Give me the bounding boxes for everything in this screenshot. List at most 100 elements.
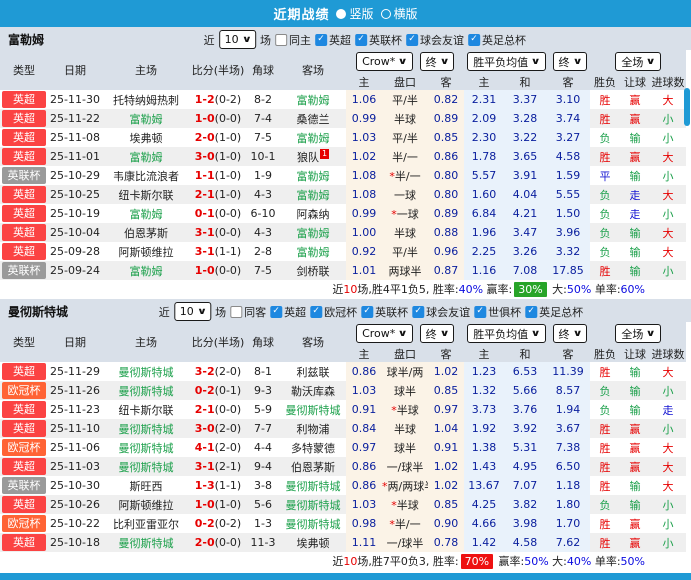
match-date: 25-09-24: [50, 264, 100, 277]
checkbox-checked-icon[interactable]: ✓: [361, 305, 374, 318]
home-team: 托特纳姆热刺: [102, 90, 190, 109]
competition-filter[interactable]: ✓ 球会友谊: [412, 304, 470, 320]
odds-group-header: Crow* ∨ 终 ∨: [346, 322, 464, 345]
home-team-name: 富勒姆: [129, 112, 163, 126]
checkbox-checked-icon[interactable]: ✓: [405, 33, 418, 46]
view-option-vertical[interactable]: 竖版: [336, 5, 374, 22]
avg-type-select[interactable]: 胜平负均值 ∨: [467, 324, 546, 343]
avg-win-value: 4.25: [464, 495, 504, 514]
checkbox-unchecked-icon[interactable]: [230, 305, 243, 318]
avg-draw-value: 4.58: [504, 533, 546, 552]
scrollbar-thumb[interactable]: [684, 88, 690, 126]
handicap-result-value-text: 输: [629, 403, 641, 417]
competition-filter[interactable]: ✓ 英联杯: [361, 304, 408, 320]
goals-result-value: 大: [650, 476, 686, 495]
header-row: 类型 日期 主场 比分(半场) 角球 客场 Crow* ∨ 终 ∨ 胜平负均值 ∨ 终 ∨ 全场 ∨: [0, 322, 687, 362]
avg-lose-value: 5.55: [546, 185, 590, 204]
away-team-name: 剑桥联: [296, 264, 330, 278]
odds-away-value: 0.97: [428, 400, 464, 419]
competition-filter[interactable]: ✓ 英联杯: [354, 32, 402, 48]
corner-score: 8-2: [254, 93, 272, 106]
col-handicap: 盘口: [382, 73, 428, 90]
goals-result-value: 小: [650, 533, 686, 552]
same-venue-filter[interactable]: 同主: [274, 32, 311, 48]
avg-state-select[interactable]: 终 ∨: [552, 324, 587, 343]
score: 1-0(0-0): [190, 261, 246, 280]
away-team-name: 曼彻斯特城: [285, 498, 341, 512]
competition-filter[interactable]: ✓ 英足总杯: [467, 32, 526, 48]
same-venue-filter[interactable]: 同客: [230, 304, 266, 320]
home-team: 富勒姆: [102, 109, 190, 128]
odds-home-value: 0.99: [346, 109, 382, 128]
odds-home-value: 0.86: [346, 362, 382, 381]
odds-company-select[interactable]: Crow* ∨: [356, 52, 413, 71]
halftime-score: (0-2): [214, 517, 242, 530]
halftime-score: (2-0): [214, 422, 242, 435]
match-count-select[interactable]: 10 ∨: [173, 302, 212, 321]
fulltime-score: 2-1: [194, 403, 215, 416]
goals-result-value-text: 小: [662, 517, 674, 531]
score: 1-2(0-2): [190, 90, 246, 109]
summary-text: 50%: [620, 555, 645, 568]
checkbox-checked-icon[interactable]: ✓: [412, 305, 425, 318]
odds-company-select[interactable]: Crow* ∨: [356, 324, 413, 343]
checkbox-checked-icon[interactable]: ✓: [525, 305, 538, 318]
col-odds-away: 客: [428, 73, 464, 90]
handicap-result-value-text: 走: [629, 188, 641, 202]
checkbox-checked-icon[interactable]: ✓: [474, 305, 487, 318]
odds-state-select[interactable]: 终 ∨: [419, 324, 454, 343]
checkbox-checked-icon[interactable]: ✓: [270, 305, 283, 318]
result-value-text: 胜: [599, 479, 611, 493]
avg-lose-value: 11.39: [546, 362, 590, 381]
col-date: 日期: [48, 50, 102, 90]
match-date: 25-10-22: [50, 517, 100, 530]
col-score: 比分(半场): [190, 50, 246, 90]
radio-selected-icon[interactable]: [336, 8, 347, 19]
goals-result-value-text: 走: [662, 403, 674, 417]
competition-filter[interactable]: ✓ 球会友谊: [405, 32, 464, 48]
avg-type-select[interactable]: 胜平负均值 ∨: [467, 52, 546, 71]
fulltime-score: 1-0: [194, 264, 215, 277]
home-team-name: 富勒姆: [129, 150, 163, 164]
match-date: 25-11-03: [50, 460, 100, 473]
summary-text: 60%: [620, 283, 645, 296]
halftime-score: (0-2): [214, 93, 242, 106]
result-value: 胜: [590, 362, 620, 381]
odds-state-select[interactable]: 终 ∨: [419, 52, 454, 71]
competition-filter[interactable]: ✓ 欧冠杯: [310, 304, 357, 320]
handicap-value: 半球: [382, 223, 428, 242]
table-row: 英联杯 25-09-24 富勒姆 1-0(0-0) 7-5 剑桥联 1.01 两球半 0.87 1…: [0, 261, 687, 280]
league-cell: 欧冠杯: [0, 514, 48, 533]
scope-select[interactable]: 全场 ∨: [615, 52, 661, 71]
competition-filter[interactable]: ✓ 世俱杯: [474, 304, 521, 320]
checkbox-checked-icon[interactable]: ✓: [310, 305, 323, 318]
unit-label: 场: [259, 33, 271, 47]
checkbox-checked-icon[interactable]: ✓: [314, 33, 327, 46]
odds-away-value: 1.02: [428, 476, 464, 495]
halftime-score: (1-1): [214, 479, 242, 492]
result-value-text: 负: [599, 245, 611, 259]
checkbox-checked-icon[interactable]: ✓: [354, 33, 367, 46]
league-badge: 英联杯: [2, 167, 46, 184]
match-count-select[interactable]: 10 ∨: [218, 30, 256, 49]
competition-filter[interactable]: ✓ 英超: [314, 32, 351, 48]
halftime-score: (2-0): [214, 365, 242, 378]
competition-filter[interactable]: ✓ 英超: [270, 304, 306, 320]
goals-result-value-text: 小: [662, 498, 674, 512]
goals-result-value-text: 大: [662, 479, 674, 493]
score: 3-0(2-0): [190, 419, 246, 438]
team-section: 曼彻斯特城近 10 ∨ 场同客 ✓ 英超 ✓ 欧冠杯 ✓ 英联杯 ✓ 球会友谊 ✓ 世俱杯 ✓ 英足总杯 类型日…: [0, 299, 691, 571]
avg-lose-value: 1.94: [546, 400, 590, 419]
col-corner: 角球: [246, 322, 280, 362]
league-badge: 英超: [2, 148, 46, 165]
goals-result-value: 大: [650, 147, 686, 166]
checkbox-checked-icon[interactable]: ✓: [467, 33, 480, 46]
scope-select[interactable]: 全场 ∨: [615, 324, 661, 343]
handicap-value: 球半/两: [382, 362, 428, 381]
radio-unselected-icon[interactable]: [380, 8, 391, 19]
competition-filter[interactable]: ✓ 英足总杯: [525, 304, 583, 320]
checkbox-unchecked-icon[interactable]: [274, 33, 287, 46]
view-option-horizontal[interactable]: 横版: [380, 5, 418, 22]
team-name: 富勒姆: [8, 33, 45, 47]
avg-state-select[interactable]: 终 ∨: [552, 52, 587, 71]
